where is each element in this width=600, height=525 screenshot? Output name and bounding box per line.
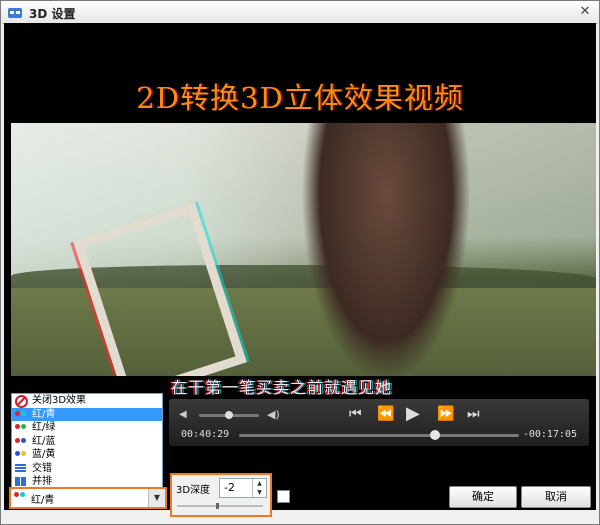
app-icon	[8, 8, 22, 18]
depth-label: 3D深度	[176, 485, 211, 496]
mode-label: 关闭3D效果	[32, 395, 87, 406]
skip-end-icon[interactable]: ⏭	[467, 406, 480, 422]
fast-forward-icon[interactable]: ⏩	[437, 406, 454, 422]
mode-dropdown-list: 关闭3D效果 红/青 红/绿 红/蓝 蓝/黄 交错 并排	[11, 393, 163, 491]
mode-item-red-cyan[interactable]: 红/青	[12, 407, 162, 421]
blue-yellow-glasses-icon	[15, 451, 27, 458]
mode-select-value: 红/青	[31, 495, 55, 506]
mode-item-interlaced[interactable]: 交错	[12, 462, 162, 476]
preview-headline: 2D转换3D立体效果视频	[136, 81, 464, 115]
red-green-glasses-icon	[15, 424, 27, 431]
depth-value: -2	[224, 481, 235, 494]
mode-label: 红/绿	[32, 422, 56, 433]
skip-start-icon[interactable]: ⏮	[349, 406, 362, 422]
apply-all-checkbox[interactable]	[277, 490, 290, 503]
mode-label: 蓝/黄	[32, 449, 56, 460]
seek-bar[interactable]	[239, 430, 519, 440]
volume-knob[interactable]	[225, 411, 233, 419]
volume-high-icon[interactable]: ◀)	[267, 408, 280, 421]
player-controls: ◀ ◀) ⏮ ⏪ ▶ ⏩ ⏭ 00:40:29 -00:17:05	[169, 399, 589, 446]
stepper-arrows-icon[interactable]: ▲ ▼	[252, 479, 266, 497]
settings-window: 3D 设置 ✕ 2D转换3D立体效果视频 在干第一笔买卖之前就遇见她 ◀ ◀) …	[0, 0, 600, 525]
depth-slider[interactable]	[177, 503, 263, 509]
side-by-side-icon	[15, 477, 26, 486]
mode-label: 并排	[32, 476, 52, 487]
title-bar: 3D 设置 ✕	[1, 1, 599, 24]
rewind-icon[interactable]: ⏪	[377, 406, 394, 422]
chevron-down-icon[interactable]: ▼	[148, 489, 165, 507]
depth-slider-thumb[interactable]	[216, 503, 219, 509]
interlaced-icon	[15, 463, 26, 473]
mode-label: 红/蓝	[32, 435, 56, 447]
red-blue-glasses-icon	[15, 437, 27, 445]
mode-label: 红/青	[32, 408, 56, 420]
cancel-button[interactable]: 取消	[521, 486, 591, 508]
ban-icon	[15, 395, 28, 408]
mode-item-blue-yellow[interactable]: 蓝/黄	[12, 448, 162, 462]
mode-item-red-blue[interactable]: 红/蓝	[12, 435, 162, 449]
depth-panel: 3D深度 -2 ▲ ▼	[170, 473, 272, 517]
volume-low-icon[interactable]: ◀	[179, 409, 187, 420]
mode-select[interactable]: 红/青 ▼	[9, 487, 167, 509]
red-cyan-glasses-icon	[15, 410, 27, 418]
time-remaining: -00:17:05	[522, 429, 577, 440]
video-preview	[11, 123, 596, 376]
play-icon[interactable]: ▶	[406, 403, 420, 424]
mode-item-off[interactable]: 关闭3D效果	[12, 394, 162, 408]
window-title: 3D 设置	[29, 7, 76, 21]
volume-slider[interactable]	[199, 411, 259, 419]
depth-stepper[interactable]: -2 ▲ ▼	[219, 478, 267, 498]
seek-knob[interactable]	[430, 430, 440, 440]
close-icon[interactable]: ✕	[577, 4, 593, 20]
video-subtitle: 在干第一笔买卖之前就遇见她	[171, 378, 393, 397]
apply-all-label: 应用到所有	[295, 491, 350, 504]
red-cyan-glasses-icon	[14, 492, 26, 499]
ok-button[interactable]: 确定	[449, 486, 517, 508]
time-elapsed: 00:40:29	[181, 429, 230, 440]
mode-item-red-green[interactable]: 红/绿	[12, 421, 162, 435]
mode-label: 交错	[32, 462, 52, 474]
